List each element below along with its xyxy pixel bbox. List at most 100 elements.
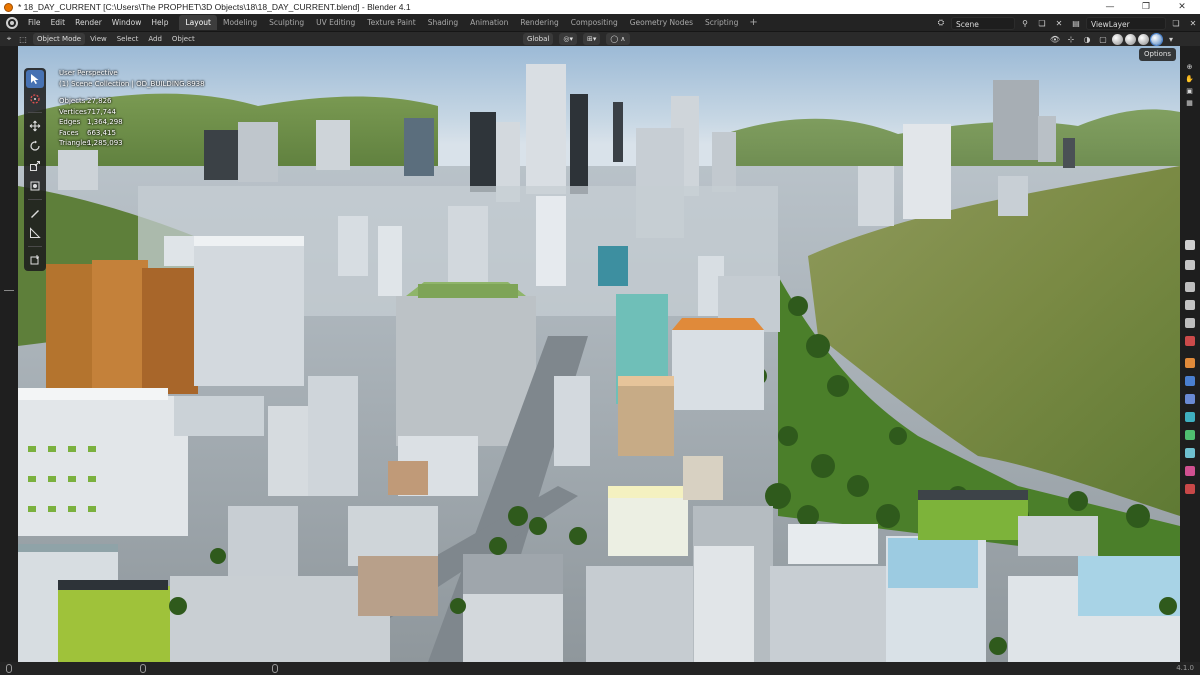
cursor-tool[interactable] — [26, 90, 44, 108]
data-properties-icon[interactable] — [1185, 448, 1195, 458]
3d-viewport[interactable]: User Perspective (1) Scene Collection | … — [18, 46, 1180, 662]
tool-separator — [28, 199, 42, 200]
rotate-tool[interactable] — [26, 137, 44, 155]
snap-icon[interactable]: ⊞▾ — [582, 33, 601, 45]
xray-icon[interactable]: ▢ — [1096, 33, 1110, 46]
output-properties-icon[interactable] — [1185, 282, 1195, 292]
add-cube-tool[interactable] — [26, 251, 44, 269]
tab-shading[interactable]: Shading — [422, 15, 464, 30]
proportional-edit-icon[interactable]: ◯ ∧ — [606, 33, 630, 45]
shading-options-icon[interactable]: ▾ — [1164, 33, 1178, 46]
menu-render[interactable]: Render — [70, 15, 107, 31]
add-workspace-button[interactable]: + — [744, 17, 762, 28]
rotate-icon — [30, 140, 40, 151]
viewport-menu-add[interactable]: Add — [143, 35, 167, 43]
delete-view-layer-icon[interactable]: ✕ — [1186, 17, 1200, 30]
pan-icon[interactable]: ✋ — [1184, 74, 1195, 83]
scale-tool[interactable] — [26, 157, 44, 175]
view-layer-icon[interactable]: ▤ — [1069, 17, 1083, 30]
tab-sculpting[interactable]: Sculpting — [263, 15, 310, 30]
version-label: 4.1.0 — [1176, 664, 1194, 672]
move-tool[interactable] — [26, 117, 44, 135]
new-scene-icon[interactable]: ❏ — [1035, 17, 1049, 30]
mouse-middle-icon — [140, 664, 146, 673]
cursor-tool-icon[interactable]: ⬚ — [16, 33, 30, 46]
object-mode-dropdown[interactable]: Object Mode — [33, 33, 86, 45]
move-icon — [29, 120, 41, 132]
tab-scripting[interactable]: Scripting — [699, 15, 744, 30]
view-layer-properties-icon[interactable] — [1185, 300, 1195, 310]
gizmo-icon[interactable]: ⊹ — [1064, 33, 1078, 46]
material-shading-icon[interactable] — [1138, 34, 1149, 45]
maximize-button[interactable]: ❐ — [1128, 0, 1164, 14]
region-toggle-marker[interactable] — [4, 290, 14, 291]
physics-properties-icon[interactable] — [1185, 412, 1195, 422]
viewport-header: ⌖ ⬚ Object Mode View Select Add Object G… — [0, 32, 1200, 46]
texture-properties-icon[interactable] — [1185, 484, 1195, 494]
menu-window[interactable]: Window — [107, 15, 147, 31]
editor-type-icon[interactable]: ⌖ — [2, 33, 16, 46]
viewport-menu-select[interactable]: Select — [112, 35, 144, 43]
tab-animation[interactable]: Animation — [464, 15, 514, 30]
close-button[interactable]: ✕ — [1164, 0, 1200, 14]
tool-properties-icon[interactable] — [1185, 240, 1195, 250]
particles-properties-icon[interactable] — [1185, 394, 1195, 404]
right-region-strip: ⊕ ✋ ▣ ▦ — [1180, 46, 1200, 662]
menu-help[interactable]: Help — [146, 15, 173, 31]
options-dropdown[interactable]: Options — [1138, 48, 1176, 61]
measure-tool[interactable] — [26, 224, 44, 242]
new-view-layer-icon[interactable]: ❏ — [1169, 17, 1183, 30]
solid-shading-icon[interactable] — [1125, 34, 1136, 45]
delete-scene-icon[interactable]: ✕ — [1052, 17, 1066, 30]
transform-icon — [30, 181, 40, 191]
stat-row-edges: Edges 1,364,298 — [59, 118, 123, 126]
material-properties-icon[interactable] — [1185, 466, 1195, 476]
tab-texture-paint[interactable]: Texture Paint — [361, 15, 421, 30]
rendered-shading-icon[interactable] — [1150, 33, 1163, 46]
orientation-dropdown[interactable]: Global — [523, 33, 554, 45]
render-properties-icon[interactable] — [1185, 260, 1195, 270]
object-properties-icon[interactable] — [1185, 358, 1195, 368]
tool-shelf — [24, 68, 46, 271]
topbar: File Edit Render Window Help Layout Mode… — [0, 14, 1200, 32]
scene-field[interactable]: Scene — [951, 16, 1015, 30]
pivot-icon[interactable]: ◎▾ — [559, 33, 577, 45]
tab-rendering[interactable]: Rendering — [514, 15, 564, 30]
world-properties-icon[interactable] — [1185, 336, 1195, 346]
pin-icon[interactable]: ⚲ — [1018, 17, 1032, 30]
transform-tools: Global ◎▾ ⊞▾ ◯ ∧ — [520, 33, 630, 45]
view-layer-field[interactable]: ViewLayer — [1086, 16, 1166, 30]
modifier-properties-icon[interactable] — [1185, 376, 1195, 386]
tab-uv-editing[interactable]: UV Editing — [310, 15, 361, 30]
tab-geometry-nodes[interactable]: Geometry Nodes — [624, 15, 699, 30]
active-collection-label: (1) Scene Collection | OD_BUILDING.8938 — [59, 79, 205, 88]
menu-file[interactable]: File — [23, 15, 46, 31]
status-bar: 4.1.0 — [0, 662, 1200, 675]
viewport-menu-view[interactable]: View — [85, 35, 112, 43]
annotate-tool[interactable] — [26, 204, 44, 222]
constraints-properties-icon[interactable] — [1185, 430, 1195, 440]
scene-icon[interactable]: ⛭ — [934, 17, 948, 30]
zoom-icon[interactable]: ⊕ — [1184, 62, 1195, 71]
menu-edit[interactable]: Edit — [46, 15, 71, 31]
viewport-menu-object[interactable]: Object — [167, 35, 200, 43]
window-titlebar: * 18_DAY_CURRENT [C:\Users\The PROPHET\3… — [0, 0, 1200, 14]
tab-layout[interactable]: Layout — [179, 15, 217, 30]
wireframe-shading-icon[interactable] — [1112, 34, 1123, 45]
select-box-tool[interactable] — [26, 70, 44, 88]
blender-logo-icon[interactable] — [6, 16, 18, 29]
camera-view-icon[interactable]: ▣ — [1184, 86, 1195, 95]
transform-tool[interactable] — [26, 177, 44, 195]
minimize-button[interactable]: — — [1092, 0, 1128, 14]
scale-icon — [30, 161, 40, 171]
visibility-icon[interactable]: 👁 — [1048, 33, 1062, 46]
mouse-left-icon — [6, 664, 12, 673]
ortho-toggle-icon[interactable]: ▦ — [1184, 98, 1195, 107]
cursor-icon — [30, 94, 40, 104]
viewport-stats-overlay: User Perspective (1) Scene Collection | … — [59, 68, 205, 149]
scene-properties-icon[interactable] — [1185, 318, 1195, 328]
tab-compositing[interactable]: Compositing — [565, 15, 624, 30]
view-perspective-label: User Perspective — [59, 69, 118, 77]
overlays-icon[interactable]: ◑ — [1080, 33, 1094, 46]
tab-modeling[interactable]: Modeling — [217, 15, 263, 30]
